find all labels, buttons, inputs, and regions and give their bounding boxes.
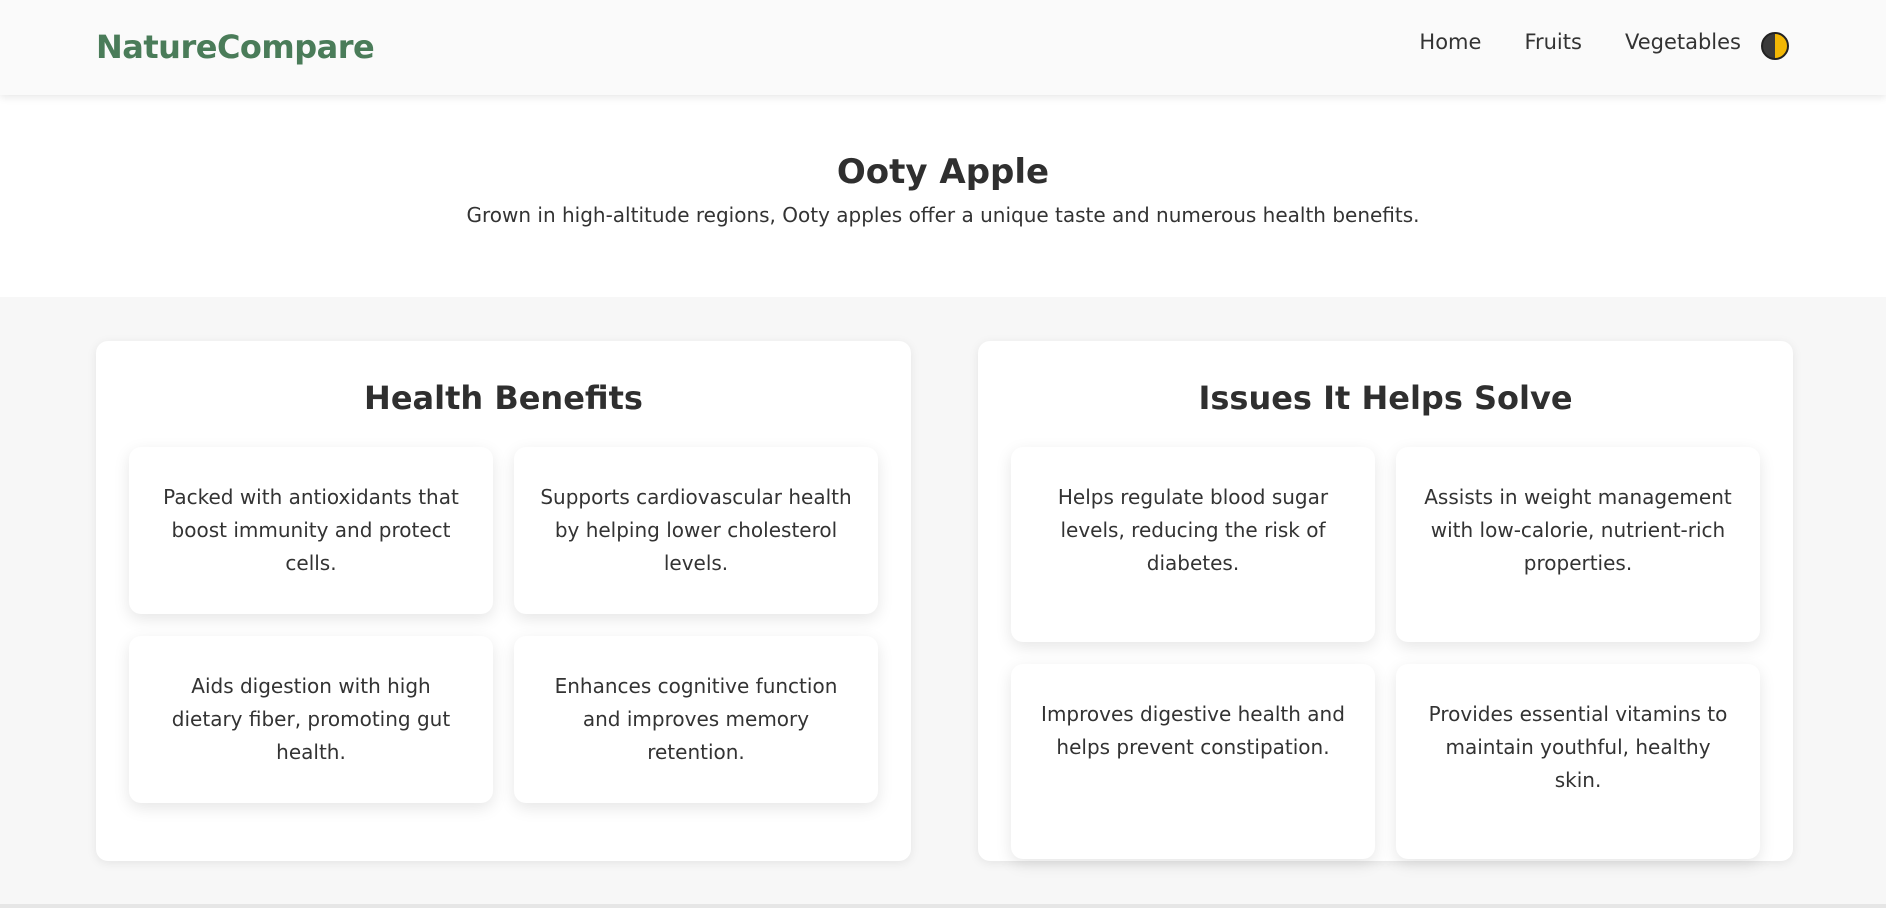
nav-link-fruits[interactable]: Fruits bbox=[1524, 30, 1582, 54]
brand-logo[interactable]: NatureCompare bbox=[96, 28, 375, 66]
issues-title: Issues It Helps Solve bbox=[1198, 379, 1573, 417]
nav-link-vegetables[interactable]: Vegetables bbox=[1625, 30, 1741, 54]
benefit-card: Supports cardiovascular health by helpin… bbox=[514, 447, 878, 614]
issue-card: Provides essential vitamins to maintain … bbox=[1396, 664, 1760, 859]
issue-card: Assists in weight management with low-ca… bbox=[1396, 447, 1760, 642]
benefit-card: Aids digestion with high dietary fiber, … bbox=[129, 636, 493, 803]
health-benefits-panel: Health Benefits Packed with antioxidants… bbox=[96, 341, 911, 861]
page-title: Ooty Apple bbox=[836, 152, 1050, 192]
page-subtitle: Grown in high-altitude regions, Ooty app… bbox=[466, 203, 1420, 227]
nav-links: Home Fruits Vegetables bbox=[1419, 30, 1741, 54]
issues-grid: Helps regulate blood sugar levels, reduc… bbox=[1011, 447, 1760, 859]
benefit-card: Packed with antioxidants that boost immu… bbox=[129, 447, 493, 614]
theme-toggle-icon[interactable] bbox=[1761, 32, 1789, 60]
hero-section: Ooty Apple Grown in high-altitude region… bbox=[0, 95, 1886, 297]
navbar: NatureCompare Home Fruits Vegetables bbox=[0, 0, 1886, 95]
issue-card: Helps regulate blood sugar levels, reduc… bbox=[1011, 447, 1375, 642]
benefit-card: Enhances cognitive function and improves… bbox=[514, 636, 878, 803]
page-bottom-divider bbox=[0, 904, 1886, 908]
issue-card: Improves digestive health and helps prev… bbox=[1011, 664, 1375, 859]
health-benefits-title: Health Benefits bbox=[364, 379, 643, 417]
issues-panel: Issues It Helps Solve Helps regulate blo… bbox=[978, 341, 1793, 861]
nav-link-home[interactable]: Home bbox=[1419, 30, 1481, 54]
health-benefits-grid: Packed with antioxidants that boost immu… bbox=[129, 447, 878, 803]
